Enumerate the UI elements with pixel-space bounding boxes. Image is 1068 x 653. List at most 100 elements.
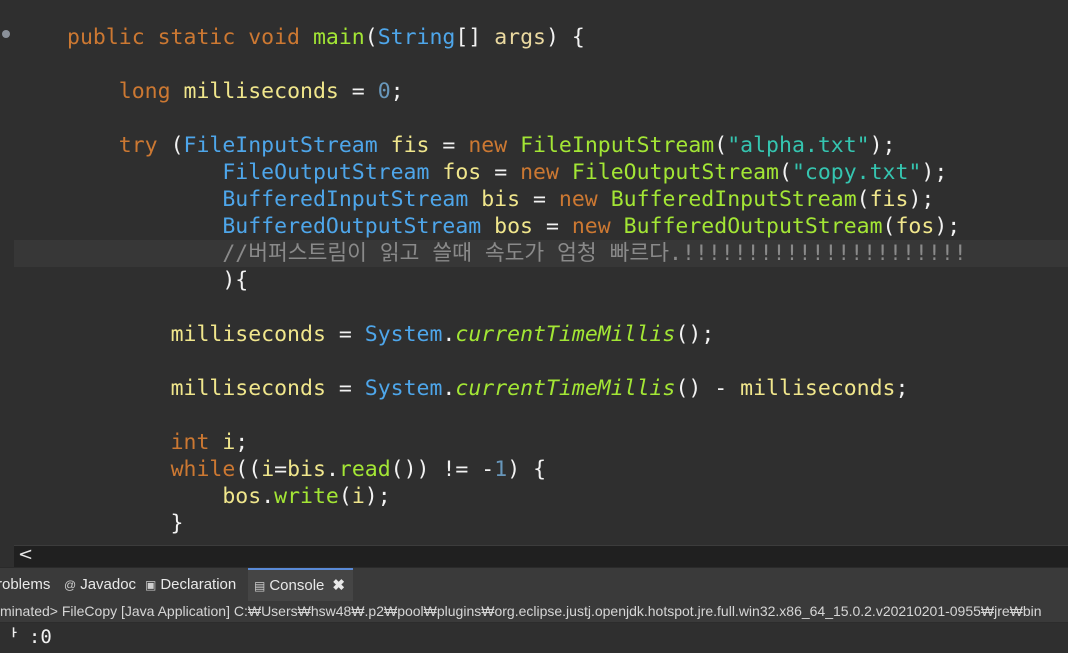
code-token: fis — [390, 133, 430, 158]
code-line[interactable]: int i; — [67, 429, 249, 456]
javadoc-icon: @ — [64, 578, 77, 592]
fold-collapse-icon[interactable] — [2, 30, 10, 38]
tab-javadoc[interactable]: @ Javadoc — [64, 568, 136, 601]
code-token: "copy.txt" — [791, 160, 922, 185]
tab-problems[interactable]: roblems — [0, 568, 50, 601]
code-token: (); — [675, 322, 715, 347]
code-token: System — [364, 322, 443, 347]
code-token: milliseconds — [740, 376, 896, 401]
code-line[interactable]: FileOutputStream fos = new FileOutputStr… — [67, 159, 947, 186]
code-token: ; — [390, 79, 404, 104]
code-token: System — [364, 376, 443, 401]
code-token: = — [325, 376, 365, 401]
code-token: ( — [364, 25, 378, 50]
code-token: 0 — [377, 79, 391, 104]
code-token: bis — [287, 457, 326, 482]
code-token: ( — [882, 214, 896, 239]
code-token: ( — [778, 160, 792, 185]
code-token: i — [222, 430, 236, 455]
code-line[interactable]: milliseconds = System.currentTimeMillis(… — [67, 375, 909, 402]
tab-console-label: Console — [269, 577, 325, 594]
code-token: read — [338, 457, 391, 482]
code-line[interactable]: //버퍼스트림이 읽고 쓸때 속도가 엄청 빠르다.!!!!!!!!!!!!!!… — [67, 240, 967, 267]
horizontal-scrollbar[interactable]: < — [14, 544, 1068, 567]
code-token: //버퍼스트림이 읽고 쓸때 속도가 엄청 빠르다.!!!!!!!!!!!!!!… — [222, 241, 967, 266]
tab-declaration[interactable]: ▣ Declaration — [145, 568, 236, 601]
code-token: () - — [675, 376, 741, 401]
close-icon[interactable]: ✖ — [332, 577, 345, 594]
code-line[interactable]: while((i=bis.read()) != -1) { — [67, 456, 546, 483]
code-line[interactable]: } — [67, 510, 184, 537]
tab-console[interactable]: ▤ Console ✖ — [248, 568, 353, 601]
code-line[interactable]: bos.write(i); — [67, 483, 390, 510]
code-token: static — [157, 25, 249, 50]
console-icon: ▤ — [254, 579, 266, 593]
code-token: ) { — [545, 25, 585, 50]
code-line[interactable]: try (FileInputStream fis = new FileInput… — [67, 132, 896, 159]
code-token: 1 — [494, 457, 508, 482]
code-token: [] — [455, 25, 495, 50]
code-token: fis — [869, 187, 909, 212]
code-token: main — [312, 25, 365, 50]
code-token: = — [429, 133, 469, 158]
code-token: FileInputStream — [183, 133, 391, 158]
code-token: } — [67, 511, 184, 536]
code-editor[interactable]: public static void main(String[] args) {… — [0, 0, 1068, 545]
code-token: = — [481, 160, 521, 185]
view-tab-bar: roblems @ Javadoc ▣ Declaration ▤ Console ✖ — [0, 567, 1068, 601]
code-token: void — [248, 25, 313, 50]
code-token: BufferedOutputStream — [222, 214, 495, 239]
scroll-left-icon[interactable]: < — [18, 544, 33, 565]
code-token: FileOutputStream — [571, 160, 779, 185]
code-token: ( — [856, 187, 870, 212]
code-token: ); — [934, 214, 961, 239]
code-token: = — [520, 187, 559, 212]
editor-gutter — [0, 0, 14, 545]
code-token: ( — [338, 484, 352, 509]
console-output[interactable]: ᅡ :0 — [0, 623, 1068, 653]
code-token: while — [170, 457, 236, 482]
code-token: ( — [170, 133, 184, 158]
code-line[interactable]: milliseconds = System.currentTimeMillis(… — [67, 321, 715, 348]
code-token: currentTimeMillis — [455, 376, 676, 401]
code-token: milliseconds — [170, 376, 326, 401]
code-token: milliseconds — [170, 322, 326, 347]
code-token: ; — [895, 376, 909, 401]
code-token: new — [468, 133, 521, 158]
code-token: ); — [921, 160, 948, 185]
code-token: . — [325, 457, 339, 482]
code-token: new — [571, 214, 624, 239]
code-line[interactable]: BufferedInputStream bis = new BufferedIn… — [67, 186, 934, 213]
code-token: ); — [869, 133, 896, 158]
code-token: String — [377, 25, 456, 50]
code-token: new — [558, 187, 611, 212]
code-token: i — [261, 457, 275, 482]
code-line[interactable]: public static void main(String[] args) { — [67, 24, 585, 51]
tab-javadoc-label: Javadoc — [80, 576, 137, 593]
code-token: public — [67, 25, 158, 50]
code-token: fos — [895, 214, 935, 239]
code-token: = — [325, 322, 365, 347]
code-token: currentTimeMillis — [455, 322, 676, 347]
code-token: . — [442, 376, 456, 401]
code-token: new — [520, 160, 572, 185]
code-token: BufferedInputStream — [222, 187, 482, 212]
code-token: = — [533, 214, 572, 239]
code-token: BufferedInputStream — [610, 187, 857, 212]
code-token: ){ — [67, 268, 249, 293]
code-line[interactable]: long milliseconds = 0; — [67, 78, 404, 105]
code-token: "alpha.txt" — [727, 133, 870, 158]
code-line[interactable]: BufferedOutputStream bos = new BufferedO… — [67, 213, 960, 240]
code-token: ()) != - — [390, 457, 495, 482]
console-process-header: minated> FileCopy [Java Application] C:₩… — [0, 601, 1068, 623]
code-line[interactable]: ){ — [67, 267, 248, 294]
